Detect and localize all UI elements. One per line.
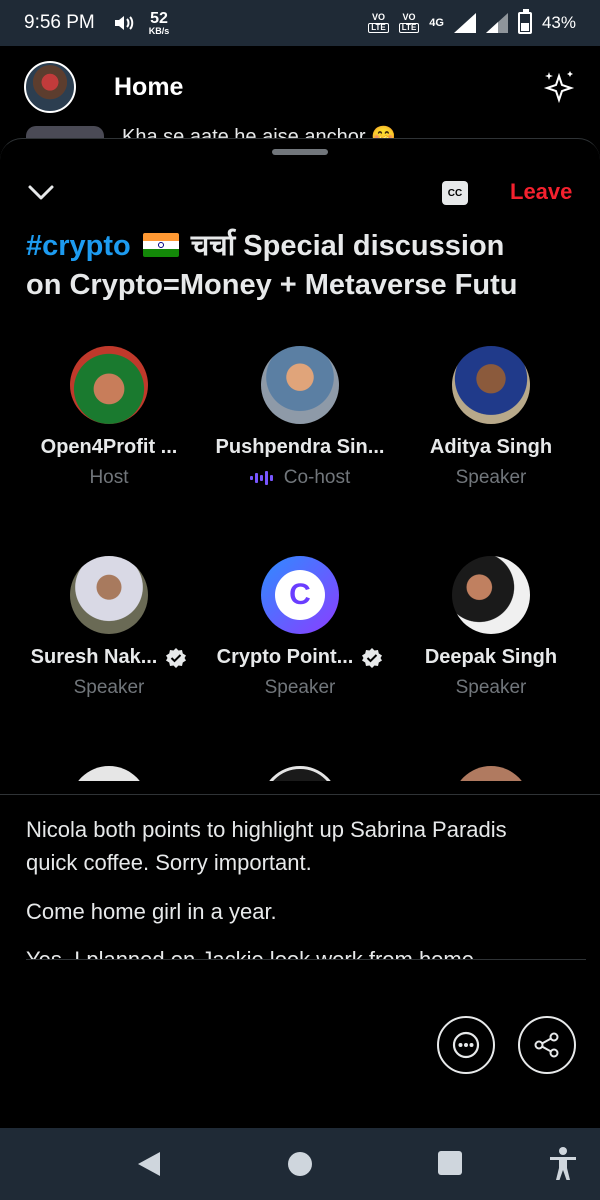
leave-button[interactable]: Leave <box>510 179 572 205</box>
sim2-volte-icon: VO LTE <box>398 12 420 33</box>
speakers-grid: Open4Profit ... Host Pushpendra Sin... C… <box>0 339 600 781</box>
speaker-role: Speaker <box>265 677 336 699</box>
sim2-sub: LTE <box>398 23 420 33</box>
speaker-card[interactable]: Open4Profit ... Host <box>9 346 209 489</box>
avatar <box>261 766 339 781</box>
app-header: Home <box>0 46 600 128</box>
speaker-name: Pushpendra Sin... <box>216 436 385 459</box>
system-nav-bar <box>0 1128 600 1200</box>
chevron-down-icon[interactable] <box>24 179 58 207</box>
speaker-role-text: Co-host <box>283 467 351 488</box>
speaker-card[interactable] <box>391 766 591 781</box>
avatar <box>452 556 530 634</box>
avatar <box>70 556 148 634</box>
speaker-name: Suresh Nak... <box>31 646 188 669</box>
speaking-wave-icon <box>249 471 273 485</box>
home-icon[interactable] <box>288 1152 312 1176</box>
share-icon <box>534 1032 559 1058</box>
speaker-name-text: Open4Profit ... <box>40 436 178 458</box>
space-sheet: CC Leave #crypto चर्चा Special discussio… <box>0 138 600 1128</box>
speaker-card[interactable] <box>9 766 209 781</box>
title-line1-rest: चर्चा Special discussion <box>182 230 505 262</box>
speaker-role: Co-host <box>249 467 351 489</box>
speaker-role: Host <box>89 467 128 489</box>
avatar: C <box>261 556 339 634</box>
speaker-role-text: Speaker <box>73 677 145 698</box>
battery-percent: 43% <box>541 13 576 32</box>
caption-line: Nicola both points to highlight up Sabri… <box>26 817 507 875</box>
speaker-card[interactable]: C Crypto Point... Speaker <box>200 556 400 699</box>
verified-badge-icon <box>362 647 383 668</box>
title-hashtag[interactable]: #crypto <box>26 230 131 262</box>
accessibility-icon[interactable] <box>548 1146 578 1182</box>
captions-button[interactable]: CC <box>442 181 468 205</box>
speaker-name: Aditya Singh <box>430 436 552 459</box>
page-title: Home <box>114 72 184 101</box>
caption-line: Yes, I planned on Jackie look work from … <box>26 947 481 960</box>
speaker-role-text: Host <box>89 467 129 488</box>
battery-icon <box>517 9 532 34</box>
captions-panel: Nicola both points to highlight up Sabri… <box>0 794 600 960</box>
avatar <box>452 346 530 424</box>
signal-2-icon <box>485 13 508 33</box>
avatar <box>452 766 530 781</box>
speaker-role: Speaker <box>456 677 527 699</box>
speaker-role: Speaker <box>456 467 527 489</box>
speed-unit: KB/s <box>148 25 170 36</box>
speaker-name-text: Pushpendra Sin... <box>215 436 385 458</box>
sim2-label: VO <box>402 12 416 22</box>
verified-badge-icon <box>166 647 187 668</box>
speaker-card[interactable]: Suresh Nak... Speaker <box>9 556 209 699</box>
sparkle-icon[interactable] <box>542 70 576 104</box>
status-bar: 9:56 PM 52 KB/s VO LTE VO LTE 4G 43% <box>0 0 600 46</box>
speaker-role: Speaker <box>74 677 145 699</box>
caption-line: Come home girl in a year. <box>26 899 277 924</box>
speaker-name: Crypto Point... <box>217 646 384 669</box>
status-time: 9:56 PM <box>24 12 95 33</box>
status-right: VO LTE VO LTE 4G 43% <box>368 9 576 34</box>
speaker-name-text: Crypto Point... <box>216 646 354 668</box>
india-flag-icon <box>142 233 179 257</box>
network-type: 4G <box>429 17 444 29</box>
speed-value: 52 <box>150 9 168 27</box>
speaker-role-text: Speaker <box>455 677 527 698</box>
recent-apps-icon[interactable] <box>438 1151 462 1175</box>
title-line2: on Crypto=Money + Metaverse Futu <box>26 269 518 301</box>
speaker-card[interactable]: Deepak Singh Speaker <box>391 556 591 699</box>
avatar <box>70 766 148 781</box>
speaker-card[interactable]: Pushpendra Sin... Co-host <box>200 346 400 489</box>
profile-avatar[interactable] <box>24 61 76 113</box>
volume-icon <box>114 16 134 30</box>
ellipsis-circle-icon <box>452 1031 480 1059</box>
speaker-name: Open4Profit ... <box>41 436 178 459</box>
back-icon[interactable] <box>136 1150 162 1178</box>
drag-handle[interactable] <box>272 149 328 155</box>
speaker-role-text: Speaker <box>455 467 527 488</box>
speaker-role-text: Speaker <box>264 677 336 698</box>
sim1-sub: LTE <box>368 23 389 33</box>
sim1-label: VO <box>372 12 386 22</box>
share-button[interactable] <box>518 1016 576 1074</box>
divider <box>26 959 586 960</box>
speaker-name-text: Deepak Singh <box>424 646 558 668</box>
speaker-card[interactable]: Aditya Singh Speaker <box>391 346 591 489</box>
crypto-coin-icon: C <box>275 570 325 620</box>
speaker-name-text: Suresh Nak... <box>30 646 158 668</box>
space-title: #crypto चर्चा Special discussion on Cryp… <box>26 227 586 305</box>
avatar <box>261 346 339 424</box>
network-speed: 52 KB/s <box>148 9 170 36</box>
sim1-volte-icon: VO LTE <box>368 13 389 33</box>
more-options-button[interactable] <box>437 1016 495 1074</box>
speaker-card[interactable] <box>200 766 400 781</box>
speaker-name: Deepak Singh <box>425 646 557 669</box>
avatar <box>70 346 148 424</box>
signal-icon <box>453 13 476 33</box>
speaker-name-text: Aditya Singh <box>429 436 553 458</box>
